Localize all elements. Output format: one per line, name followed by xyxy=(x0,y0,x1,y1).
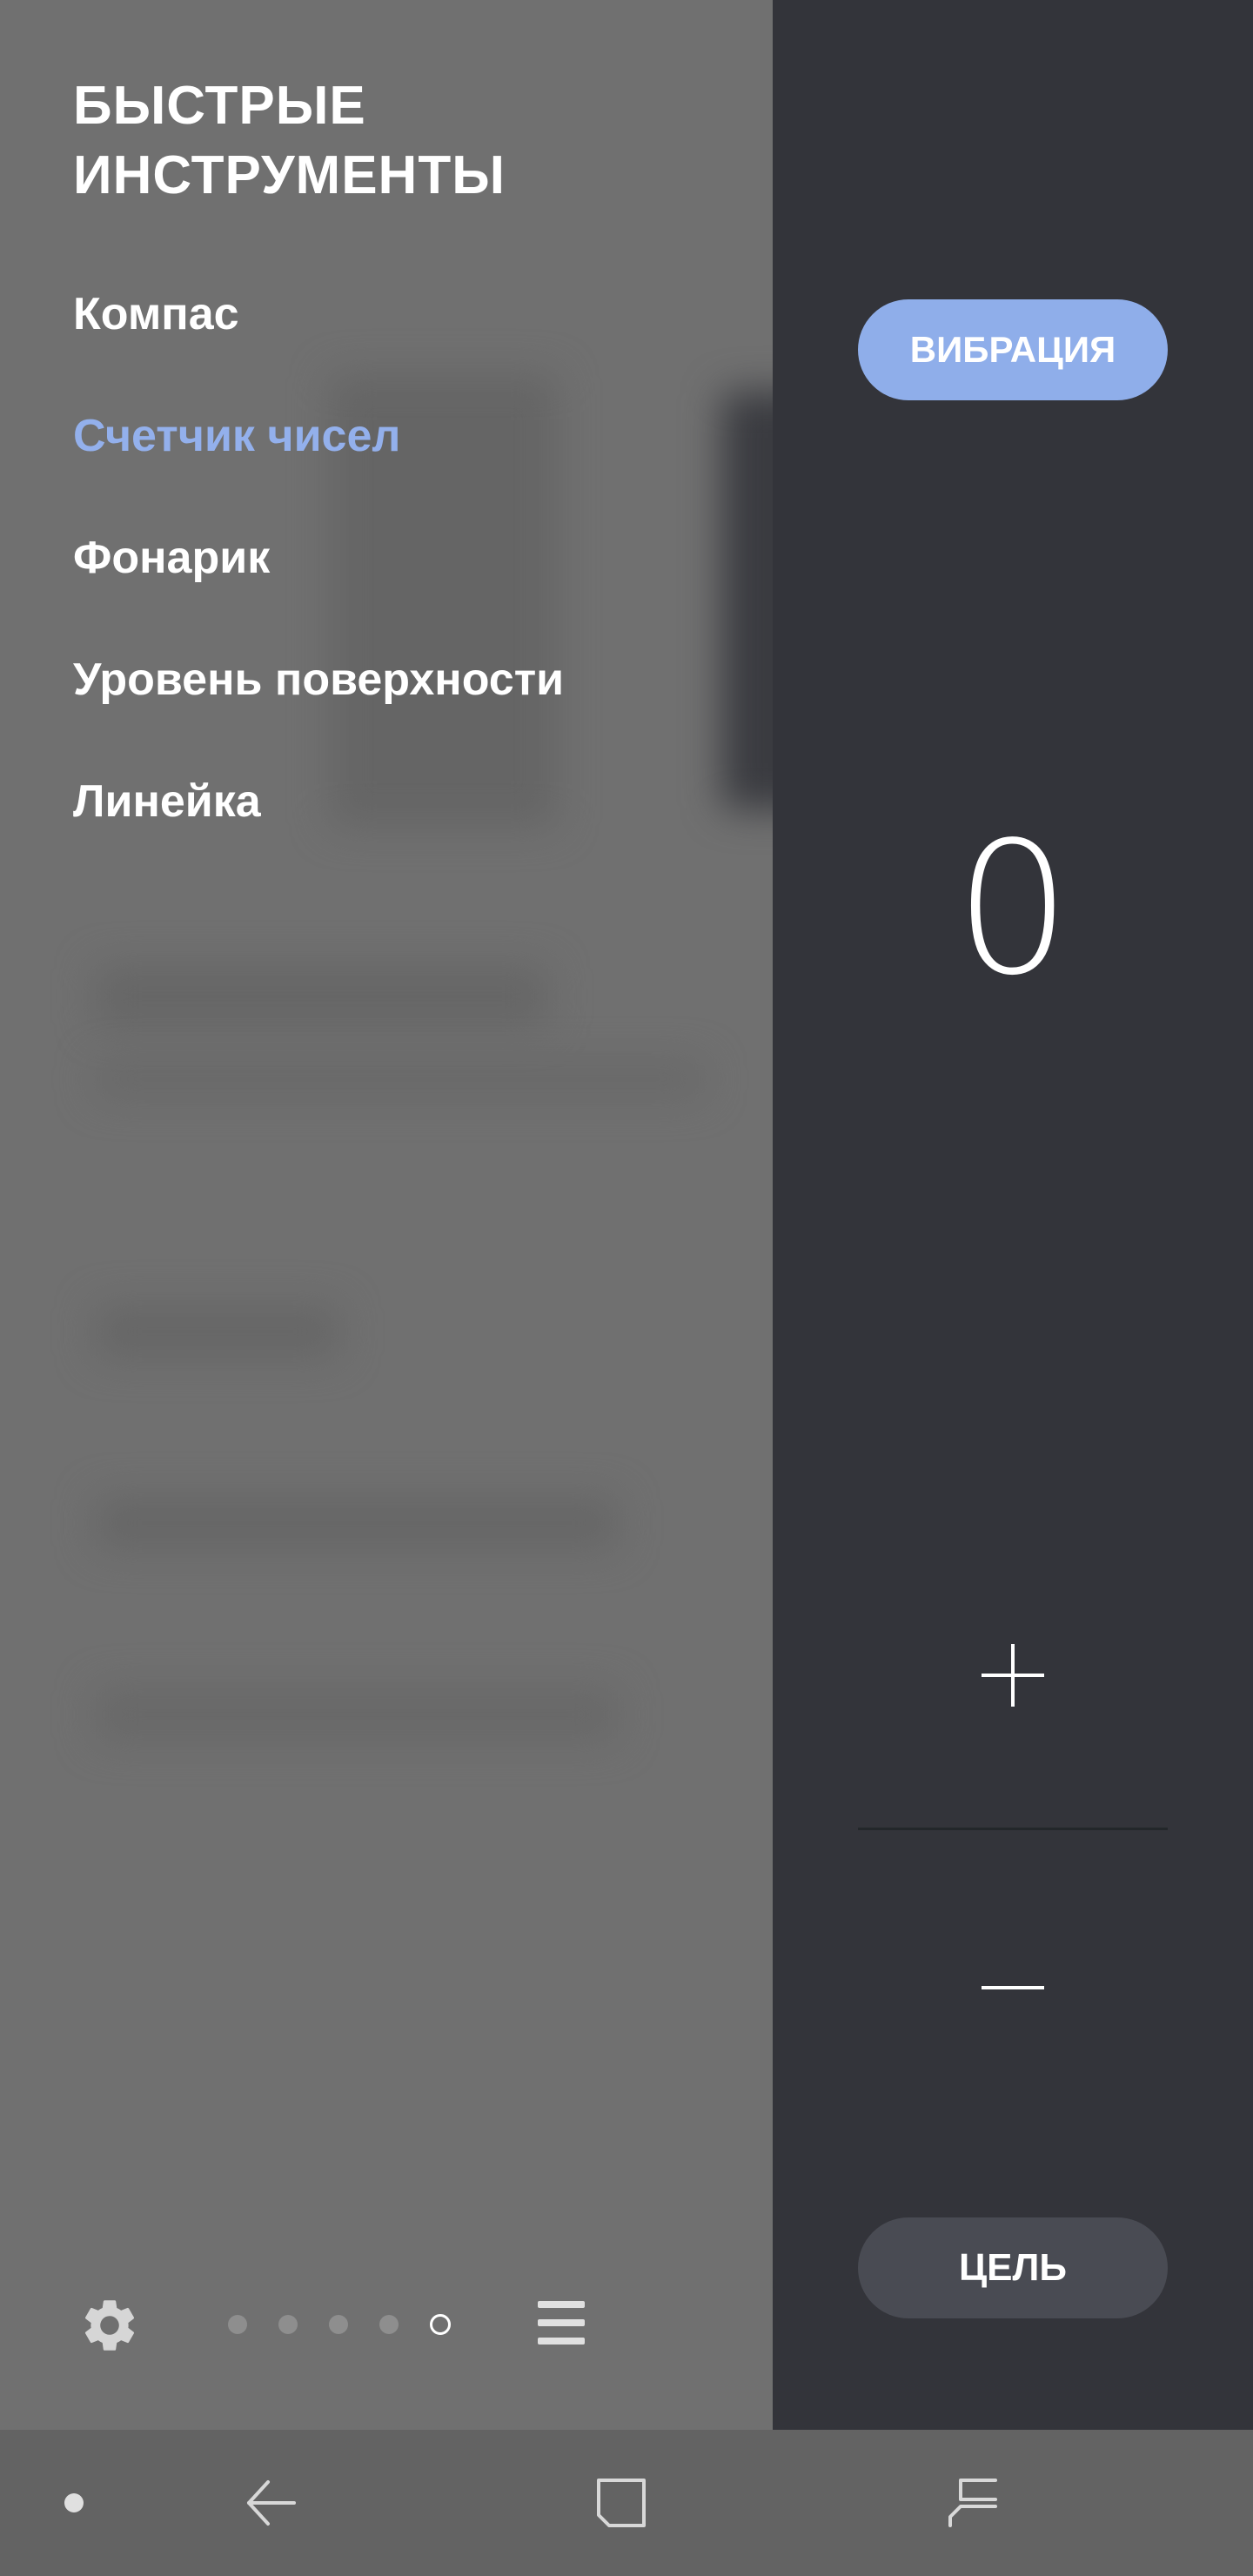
page-indicator xyxy=(228,2311,482,2338)
back-icon[interactable] xyxy=(237,2468,306,2538)
page-dot[interactable] xyxy=(228,2315,247,2334)
page-dot[interactable] xyxy=(278,2315,298,2334)
menu-item-compass[interactable]: Компас xyxy=(73,284,239,345)
menu-title-line: ИНСТРУМЕНТЫ xyxy=(73,145,506,205)
navigation-bar xyxy=(0,2430,1253,2576)
blurred-background-block xyxy=(96,966,548,1027)
page-dot-current[interactable] xyxy=(430,2314,451,2335)
list-icon[interactable] xyxy=(533,2294,590,2351)
menu-item-flashlight[interactable]: Фонарик xyxy=(73,527,270,588)
menu-title-line: БЫСТРЫЕ xyxy=(73,76,366,136)
counter-divider xyxy=(858,1828,1168,1830)
blurred-background-block xyxy=(96,1688,618,1741)
dot-icon[interactable] xyxy=(64,2493,84,2512)
menu-item-ruler[interactable]: Линейка xyxy=(73,771,261,832)
counter-value: 0 xyxy=(955,802,1071,1016)
gear-icon[interactable] xyxy=(78,2294,141,2357)
increment-button[interactable] xyxy=(858,1593,1168,1767)
blurred-background-block xyxy=(96,1497,618,1549)
menu-item-level[interactable]: Уровень поверхности xyxy=(73,649,564,710)
plus-icon xyxy=(982,1644,1044,1707)
blurred-background-block xyxy=(722,392,773,809)
menu-title: БЫСТРЫЕ ИНСТРУМЕНТЫ xyxy=(73,71,682,211)
page-dot[interactable] xyxy=(329,2315,348,2334)
blurred-background-block xyxy=(96,1062,705,1097)
minus-icon xyxy=(982,1986,1044,1989)
quick-tools-menu: БЫСТРЫЕ ИНСТРУМЕНТЫ Компас Счетчик чисел… xyxy=(0,0,773,2430)
recents-icon[interactable] xyxy=(938,2468,1008,2538)
home-icon[interactable] xyxy=(586,2468,656,2538)
decrement-button[interactable] xyxy=(858,1897,1168,2071)
menu-item-counter[interactable]: Счетчик чисел xyxy=(73,406,400,466)
vibration-button[interactable]: ВИБРАЦИЯ xyxy=(858,299,1168,400)
target-button[interactable]: ЦЕЛЬ xyxy=(858,2217,1168,2318)
page-dot[interactable] xyxy=(379,2315,399,2334)
counter-panel: ВИБРАЦИЯ 0 ЦЕЛЬ xyxy=(773,0,1253,2430)
blurred-background-block xyxy=(96,1305,339,1358)
